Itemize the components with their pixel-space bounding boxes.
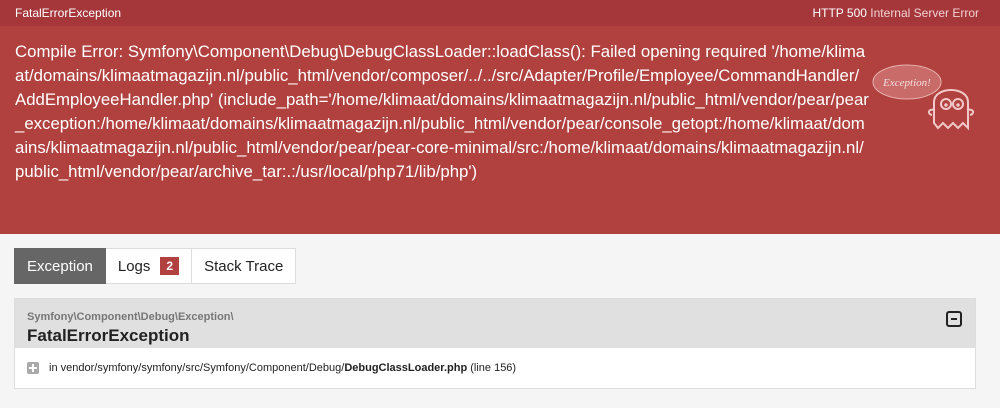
error-panel: Compile Error: Symfony\Component\Debug\D… [0, 26, 1000, 234]
trace-in: in [49, 362, 58, 374]
collapse-icon[interactable] [946, 311, 962, 327]
exception-ghost-icon: Exception! [872, 64, 975, 131]
tab-exception[interactable]: Exception [14, 248, 106, 284]
trace-line: in vendor/symfony/symfony/src/Symfony/Co… [15, 348, 975, 388]
status-text: Internal Server Error [870, 6, 979, 20]
trace-header: Symfony\Component\Debug\Exception\ Fatal… [15, 299, 975, 348]
main-content: Exception Logs 2 Stack Trace Symfony\Com… [0, 234, 1000, 389]
tab-stack-trace[interactable]: Stack Trace [192, 248, 297, 284]
logs-count-badge: 2 [160, 257, 180, 275]
trace-file: DebugClassLoader.php [344, 362, 468, 374]
http-status: HTTP 500 Internal Server Error [812, 6, 979, 20]
trace-path: vendor/symfony/symfony/src/Symfony/Compo… [60, 362, 345, 374]
top-bar: FatalErrorException HTTP 500 Internal Se… [0, 0, 1000, 26]
trace-panel: Symfony\Component\Debug\Exception\ Fatal… [14, 298, 976, 389]
tab-exception-label: Exception [27, 257, 93, 275]
exception-class-title: FatalErrorException [15, 6, 122, 20]
expand-plus-icon[interactable] [27, 362, 39, 374]
status-code: HTTP 500 [812, 6, 867, 20]
tab-stack-trace-label: Stack Trace [204, 257, 284, 275]
trace-line-number: (line 156) [470, 362, 517, 374]
exception-class: FatalErrorException [27, 326, 190, 345]
exception-namespace: Symfony\Component\Debug\Exception\ [27, 311, 234, 323]
tab-logs-label: Logs [117, 257, 151, 275]
error-message: Compile Error: Symfony\Component\Debug\D… [15, 42, 869, 181]
tab-bar: Exception Logs 2 Stack Trace [14, 248, 986, 284]
mascot-label: Exception! [882, 77, 931, 89]
tab-logs[interactable]: Logs 2 [105, 248, 193, 284]
